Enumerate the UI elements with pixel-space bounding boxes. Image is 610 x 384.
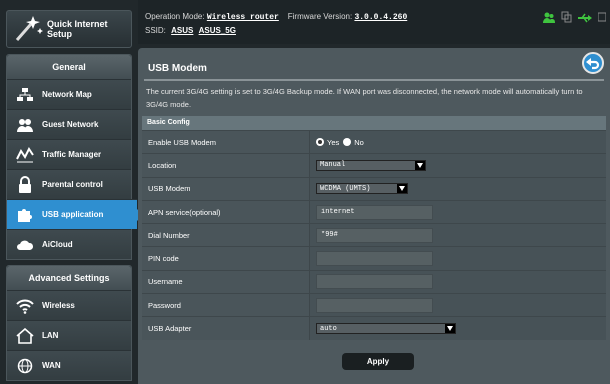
enable-no-radio[interactable]: No bbox=[343, 138, 364, 147]
dial-number-label: Dial Number bbox=[142, 224, 310, 247]
ssid-link-24g[interactable]: ASUS bbox=[171, 26, 193, 35]
usb-modem-select[interactable]: WCDMA (UMTS) bbox=[316, 183, 408, 195]
location-value: Manual bbox=[320, 161, 346, 170]
mode-description: The current 3G/4G setting is set to 3G/4… bbox=[146, 87, 583, 109]
cloud-icon bbox=[12, 234, 38, 256]
table-row: Location Manual bbox=[142, 153, 606, 177]
basic-config-table: Basic Config Enable USB Modem Yes No Loc… bbox=[142, 116, 606, 340]
chevron-down-icon bbox=[445, 324, 455, 334]
dial-number-input[interactable] bbox=[316, 227, 433, 243]
sidebar-item-label: Guest Network bbox=[42, 120, 99, 129]
back-arrow-icon bbox=[586, 58, 600, 70]
sidebar-item-aicloud[interactable]: AiCloud bbox=[7, 229, 131, 259]
firmware-label: Firmware Version: bbox=[287, 12, 353, 21]
firmware-link[interactable]: 3.0.0.4.260 bbox=[354, 13, 407, 22]
qis-label-line2: Setup bbox=[47, 29, 73, 39]
sidebar-item-label: Parental control bbox=[42, 180, 103, 189]
page-title: USB Modem bbox=[148, 63, 207, 74]
table-row: APN service(optional) bbox=[142, 199, 606, 224]
table-row: USB Modem WCDMA (UMTS) bbox=[142, 176, 606, 200]
sidebar-item-label: WAN bbox=[42, 361, 61, 370]
enable-usb-modem-label: Enable USB Modem bbox=[142, 131, 310, 154]
chevron-down-icon bbox=[415, 160, 425, 170]
sidebar-item-label: Wireless bbox=[42, 301, 75, 310]
password-label: Password bbox=[142, 294, 310, 317]
status-bar: Operation Mode: Wireless router Firmware… bbox=[138, 0, 610, 44]
table-row: USB Adapter auto bbox=[142, 316, 606, 340]
globe-icon bbox=[12, 355, 38, 377]
general-heading: General bbox=[7, 55, 131, 79]
advanced-heading: Advanced Settings bbox=[7, 266, 131, 290]
title-divider bbox=[144, 79, 604, 81]
ssid-link-5g[interactable]: ASUS_5G bbox=[199, 26, 236, 35]
sidebar-item-parental-control[interactable]: Parental control bbox=[7, 169, 131, 199]
printer-icon[interactable] bbox=[597, 10, 607, 28]
sidebar-item-label: LAN bbox=[42, 331, 59, 340]
password-input[interactable] bbox=[316, 297, 433, 313]
sidebar-item-guest-network[interactable]: Guest Network bbox=[7, 109, 131, 139]
usb-adapter-value: auto bbox=[320, 324, 337, 333]
general-group: General Network Map Guest Network Traffi… bbox=[6, 54, 143, 260]
table-row: Enable USB Modem Yes No bbox=[142, 130, 606, 154]
network-map-icon bbox=[12, 84, 38, 106]
sidebar-item-label: USB application bbox=[42, 210, 104, 219]
usb-modem-label: USB Modem bbox=[142, 177, 310, 200]
table-row: Username bbox=[142, 269, 606, 294]
sidebar-item-traffic-manager[interactable]: Traffic Manager bbox=[7, 139, 131, 169]
main-panel: USB Modem The current 3G/4G setting is s… bbox=[138, 48, 610, 384]
qis-label-line1: Quick Internet bbox=[47, 19, 108, 29]
ssid-label: SSID: bbox=[145, 26, 166, 35]
pin-code-label: PIN code bbox=[142, 247, 310, 270]
sidebar-item-wireless[interactable]: Wireless bbox=[7, 290, 131, 320]
operation-mode-label: Operation Mode: bbox=[145, 12, 205, 21]
puzzle-icon bbox=[12, 204, 38, 226]
sidebar-item-label: Network Map bbox=[42, 90, 92, 99]
username-label: Username bbox=[142, 270, 310, 294]
quick-internet-setup-button[interactable]: Quick Internet Setup bbox=[6, 10, 132, 48]
sidebar: General Network Map Guest Network Traffi… bbox=[6, 54, 143, 381]
no-label: No bbox=[354, 137, 364, 147]
home-icon bbox=[12, 325, 38, 347]
advanced-group: Advanced Settings Wireless LAN WAN bbox=[6, 265, 132, 381]
usb-adapter-select[interactable]: auto bbox=[316, 323, 456, 335]
table-row: PIN code bbox=[142, 246, 606, 270]
sidebar-item-lan[interactable]: LAN bbox=[7, 320, 131, 350]
apply-button[interactable]: Apply bbox=[342, 353, 414, 370]
sidebar-item-usb-application[interactable]: USB application bbox=[7, 199, 143, 229]
sidebar-item-label: AiCloud bbox=[42, 240, 73, 249]
apn-input[interactable] bbox=[316, 204, 433, 220]
location-label: Location bbox=[142, 154, 310, 177]
username-input[interactable] bbox=[316, 274, 433, 290]
wifi-icon bbox=[12, 295, 38, 317]
pin-code-input[interactable] bbox=[316, 251, 433, 267]
usb-modem-value: WCDMA (UMTS) bbox=[320, 184, 371, 193]
sidebar-item-network-map[interactable]: Network Map bbox=[7, 79, 131, 109]
lock-icon bbox=[12, 174, 38, 196]
table-row: Dial Number bbox=[142, 223, 606, 247]
usb-adapter-label: USB Adapter bbox=[142, 317, 310, 340]
location-select[interactable]: Manual bbox=[316, 159, 426, 171]
apn-label: APN service(optional) bbox=[142, 200, 310, 224]
table-row: Password bbox=[142, 293, 606, 317]
operation-mode-link[interactable]: Wireless router bbox=[207, 13, 279, 22]
traffic-manager-icon bbox=[12, 144, 38, 166]
wand-icon bbox=[11, 14, 45, 44]
copy-icon[interactable] bbox=[561, 10, 572, 28]
basic-config-heading: Basic Config bbox=[142, 116, 606, 130]
guest-network-icon bbox=[12, 114, 38, 136]
clients-icon[interactable] bbox=[543, 10, 555, 28]
chevron-down-icon bbox=[397, 184, 407, 194]
enable-yes-radio[interactable]: Yes bbox=[316, 138, 339, 147]
usb-status-icon[interactable] bbox=[578, 10, 592, 28]
sidebar-item-label: Traffic Manager bbox=[42, 150, 102, 159]
back-button[interactable] bbox=[582, 52, 604, 74]
yes-label: Yes bbox=[327, 137, 340, 147]
sidebar-item-wan[interactable]: WAN bbox=[7, 350, 131, 380]
